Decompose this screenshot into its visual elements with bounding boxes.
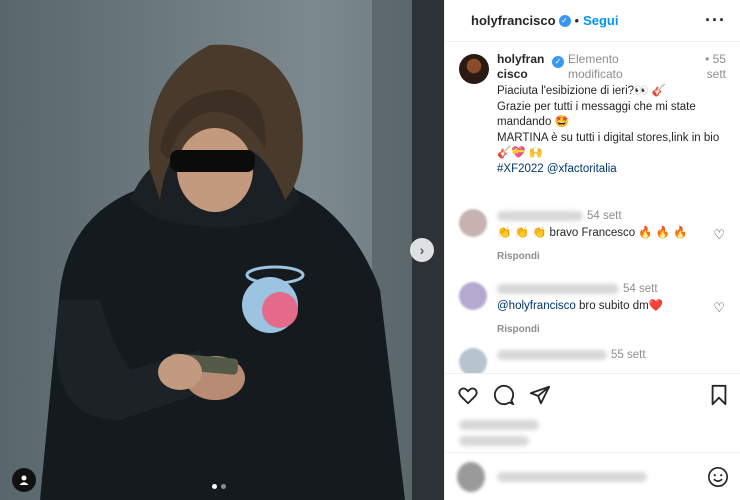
post-caption: holyfrancisco ✓ Elemento modificato • 55… (445, 42, 740, 177)
comment-body: bro subito dm❤️ (575, 300, 663, 312)
avatar (457, 461, 485, 492)
reply-button[interactable]: Rispondi (497, 322, 697, 337)
comment-item: 54 sett 👏 👏 👏 bravo Francesco 🔥 🔥 🔥 Risp… (459, 209, 729, 264)
save-icon[interactable] (709, 384, 729, 406)
reply-button[interactable]: Rispondi (497, 249, 697, 264)
follow-button[interactable]: Segui (583, 13, 618, 28)
caption-username[interactable]: holyfrancisco (497, 52, 549, 82)
carousel-dot (221, 484, 226, 489)
likes-info (459, 420, 539, 446)
comment-avatar[interactable] (459, 348, 487, 376)
blurred-username (497, 283, 619, 294)
header-username[interactable]: holyfrancisco (471, 13, 556, 28)
comment-mention[interactable]: @holyfrancisco (497, 300, 576, 312)
heart-icon[interactable] (457, 384, 479, 406)
post-side-panel: holyfrancisco ✓ • Segui ··· holyfrancisc… (444, 0, 740, 500)
comment-timestamp: 55 sett (611, 349, 646, 361)
comment-timestamp: 54 sett (587, 210, 622, 222)
blurred-username (497, 210, 583, 221)
post-photo (0, 0, 444, 500)
instagram-post: › holyfrancisco ✓ • Segui ··· holyfranci… (0, 0, 740, 500)
comment-item: 55 sett (459, 348, 729, 376)
more-horizontal-icon[interactable]: ··· (705, 10, 726, 31)
comment-item: 54 sett @holyfrancisco bro subito dm❤️ R… (459, 282, 729, 337)
header-separator: • (574, 13, 580, 28)
user-tag-button[interactable] (12, 468, 36, 492)
comment-text: 👏 👏 👏 bravo Francesco 🔥 🔥 🔥 (497, 227, 688, 239)
edited-label: Elemento modificato (568, 52, 623, 81)
blurred-likes (459, 420, 539, 430)
verified-badge-icon: ✓ (552, 56, 564, 68)
comment-timestamp: 54 sett (623, 283, 658, 295)
share-icon[interactable] (529, 384, 551, 406)
comment-icon[interactable] (493, 384, 515, 406)
comment-input[interactable] (497, 471, 647, 482)
verified-badge-icon: ✓ (558, 14, 571, 27)
smiley-icon[interactable] (707, 466, 729, 488)
caption-line: MARTINA è su tutti i digital stores,link… (497, 131, 720, 160)
carousel-dot-active (212, 484, 217, 489)
caption-timestamp: • 55 sett (705, 52, 726, 81)
blurred-username (497, 349, 607, 360)
caption-hashtags[interactable]: #XF2022 @xfactoritalia (497, 162, 726, 178)
comment-avatar[interactable] (459, 209, 487, 237)
post-media[interactable]: › (0, 0, 444, 500)
carousel-indicator (212, 484, 226, 489)
comment-like-icon[interactable]: ♡ (713, 300, 725, 316)
post-actions-bar (445, 373, 740, 415)
comment-like-icon[interactable]: ♡ (713, 227, 725, 243)
comment-text: @holyfrancisco bro subito dm❤️ (497, 299, 697, 314)
post-header: holyfrancisco ✓ • Segui ··· (445, 0, 740, 42)
user-tag-icon (19, 475, 29, 485)
caption-line: Piaciuta l'esibizione di ieri?👀 🎸 (497, 85, 666, 97)
caption-line: Grazie per tutti i messaggi che mi state… (497, 100, 696, 129)
avatar[interactable] (459, 54, 489, 84)
chevron-right-icon: › (419, 242, 425, 258)
blurred-date (459, 436, 529, 446)
add-comment-bar (445, 452, 740, 500)
caption-text: Piaciuta l'esibizione di ieri?👀 🎸 Grazie… (497, 84, 726, 177)
comment-avatar[interactable] (459, 282, 487, 310)
carousel-next-button[interactable]: › (410, 238, 434, 262)
